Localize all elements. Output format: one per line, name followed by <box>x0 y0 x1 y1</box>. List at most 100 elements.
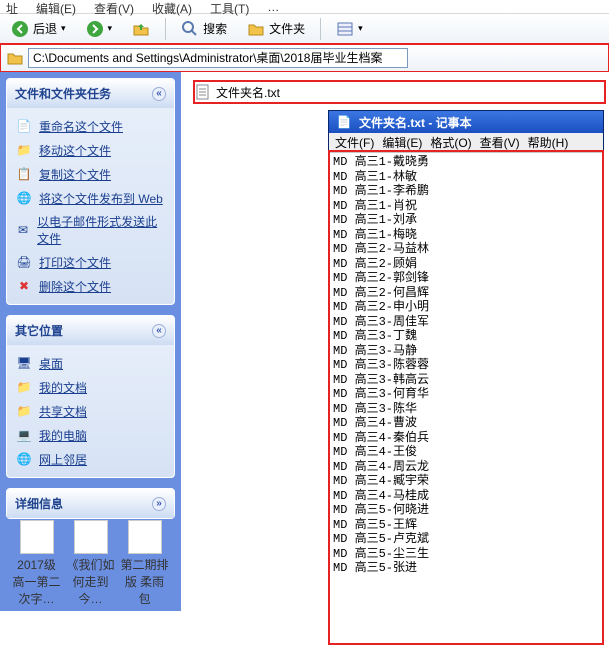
chevron-down-icon: ▾ <box>61 23 66 34</box>
desktop-icons: 2017级高一第二次字… 《我们如何走到今… 第二期排版 柔雨包 <box>0 520 181 607</box>
text-line: MD 高三1-戴晓勇 <box>333 155 599 170</box>
task-copy[interactable]: 📋复制这个文件 <box>15 162 166 186</box>
text-line: MD 高三1-肖祝 <box>333 199 599 214</box>
menu-fav[interactable]: 收藏(A) <box>152 0 192 13</box>
np-menu-edit[interactable]: 编辑(E) <box>382 134 422 151</box>
np-menu-help[interactable]: 帮助(H) <box>528 134 569 151</box>
text-line: MD 高三3-韩高云 <box>333 373 599 388</box>
computer-icon: 💻 <box>15 426 33 444</box>
desktop-shortcut[interactable]: 《我们如何走到今… <box>67 520 115 607</box>
desktop-icon: 🖥 <box>15 354 33 372</box>
text-line: MD 高三1-梅晓 <box>333 228 599 243</box>
text-line: MD 高三4-周云龙 <box>333 460 599 475</box>
text-line: MD 高三5-张进 <box>333 561 599 576</box>
sidebar: 文件和文件夹任务 « 📄重命名这个文件 📁移动这个文件 📋复制这个文件 🌐将这个… <box>0 72 181 611</box>
views-icon <box>336 20 354 38</box>
text-line: MD 高三3-陈华 <box>333 402 599 417</box>
back-label: 后退 <box>33 20 57 37</box>
text-line: MD 高三4-臧宇荣 <box>333 474 599 489</box>
panel-header[interactable]: 其它位置 « <box>7 316 174 345</box>
rename-icon: 📄 <box>15 117 33 135</box>
task-print[interactable]: 🖨打印这个文件 <box>15 250 166 274</box>
search-icon <box>181 20 199 38</box>
desktop-shortcut[interactable]: 第二期排版 柔雨包 <box>121 520 169 607</box>
text-line: MD 高三4-秦伯兵 <box>333 431 599 446</box>
panel-other-places: 其它位置 « 🖥桌面 📁我的文档 📁共享文档 💻我的电脑 🌐网上邻居 <box>6 315 175 478</box>
task-rename[interactable]: 📄重命名这个文件 <box>15 114 166 138</box>
folder-icon: 📁 <box>15 378 33 396</box>
forward-icon <box>86 20 104 38</box>
text-line: MD 高三2-马益林 <box>333 242 599 257</box>
text-line: MD 高三5-尘三生 <box>333 547 599 562</box>
panel-header[interactable]: 详细信息 » <box>7 489 174 518</box>
panel-details: 详细信息 » <box>6 488 175 519</box>
text-line: MD 高三3-何育华 <box>333 387 599 402</box>
task-publish[interactable]: 🌐将这个文件发布到 Web <box>15 186 166 210</box>
folder-icon: 📁 <box>15 402 33 420</box>
back-button[interactable]: 后退 ▾ <box>4 17 73 41</box>
chevron-up-icon: « <box>152 324 166 338</box>
text-line: MD 高三1-刘承 <box>333 213 599 228</box>
file-item[interactable]: 文件夹名.txt <box>194 81 605 103</box>
doc-icon <box>128 520 162 554</box>
panel-body: 📄重命名这个文件 📁移动这个文件 📋复制这个文件 🌐将这个文件发布到 Web ✉… <box>7 108 174 304</box>
up-button[interactable] <box>125 17 157 41</box>
chevron-down-icon: » <box>152 497 166 511</box>
text-line: MD 高三3-丁魏 <box>333 329 599 344</box>
text-line: MD 高三2-何昌辉 <box>333 286 599 301</box>
folder-content: 文件夹名.txt 📄 文件夹名.txt - 记事本 文件(F) 编辑(E) 格式… <box>181 72 609 611</box>
np-menu-file[interactable]: 文件(F) <box>335 134 374 151</box>
menu-addr[interactable]: 址 <box>6 0 18 13</box>
views-button[interactable]: ▾ <box>329 17 370 41</box>
text-line: MD 高三2-郭剑锋 <box>333 271 599 286</box>
text-line: MD 高三3-马静 <box>333 344 599 359</box>
folders-icon <box>247 20 265 38</box>
text-line: MD 高三5-卢克斌 <box>333 532 599 547</box>
address-text: C:\Documents and Settings\Administrator\… <box>33 49 382 66</box>
panel-header[interactable]: 文件和文件夹任务 « <box>7 79 174 108</box>
place-mycomp[interactable]: 💻我的电脑 <box>15 423 166 447</box>
menu-edit[interactable]: 编辑(E) <box>36 0 76 13</box>
folder-icon <box>6 49 24 67</box>
txt-icon <box>194 83 212 101</box>
back-icon <box>11 20 29 38</box>
menu-more: … <box>267 0 279 13</box>
task-move[interactable]: 📁移动这个文件 <box>15 138 166 162</box>
menu-tools[interactable]: 工具(T) <box>210 0 249 13</box>
place-shared[interactable]: 📁共享文档 <box>15 399 166 423</box>
print-icon: 🖨 <box>15 253 33 271</box>
text-line: MD 高三1-李希鹏 <box>333 184 599 199</box>
notepad-window: 📄 文件夹名.txt - 记事本 文件(F) 编辑(E) 格式(O) 查看(V)… <box>328 110 604 645</box>
text-line: MD 高三5-何晓进 <box>333 503 599 518</box>
delete-icon: ✖ <box>15 277 33 295</box>
panel-title: 详细信息 <box>15 495 63 512</box>
place-mydocs[interactable]: 📁我的文档 <box>15 375 166 399</box>
notepad-icon: 📄 <box>335 113 353 131</box>
task-delete[interactable]: ✖删除这个文件 <box>15 274 166 298</box>
menu-view[interactable]: 查看(V) <box>94 0 134 13</box>
chevron-down-icon: ▾ <box>358 23 363 34</box>
np-menu-view[interactable]: 查看(V) <box>480 134 520 151</box>
move-icon: 📁 <box>15 141 33 159</box>
task-email[interactable]: ✉以电子邮件形式发送此文件 <box>15 210 166 250</box>
place-network[interactable]: 🌐网上邻居 <box>15 447 166 471</box>
address-input[interactable]: C:\Documents and Settings\Administrator\… <box>28 48 408 68</box>
np-menu-format[interactable]: 格式(O) <box>430 134 471 151</box>
place-desktop[interactable]: 🖥桌面 <box>15 351 166 375</box>
desktop-shortcut[interactable]: 2017级高一第二次字… <box>13 520 61 607</box>
notepad-titlebar[interactable]: 📄 文件夹名.txt - 记事本 <box>329 111 603 133</box>
text-line: MD 高三4-马桂成 <box>333 489 599 504</box>
notepad-textarea[interactable]: MD 高三1-戴晓勇MD 高三1-林敏MD 高三1-李希鹏MD 高三1-肖祝MD… <box>329 153 603 644</box>
notepad-menubar: 文件(F) 编辑(E) 格式(O) 查看(V) 帮助(H) <box>329 133 603 153</box>
text-line: MD 高三3-陈蓉蓉 <box>333 358 599 373</box>
doc-icon <box>20 520 54 554</box>
folder-up-icon <box>132 20 150 38</box>
web-icon: 🌐 <box>15 189 33 207</box>
forward-button[interactable]: ▾ <box>79 17 120 41</box>
doc-icon <box>74 520 108 554</box>
search-button[interactable]: 搜索 <box>174 17 234 41</box>
folders-button[interactable]: 文件夹 <box>240 17 312 41</box>
separator <box>165 18 166 40</box>
text-line: MD 高三5-王辉 <box>333 518 599 533</box>
text-line: MD 高三2-顾娟 <box>333 257 599 272</box>
